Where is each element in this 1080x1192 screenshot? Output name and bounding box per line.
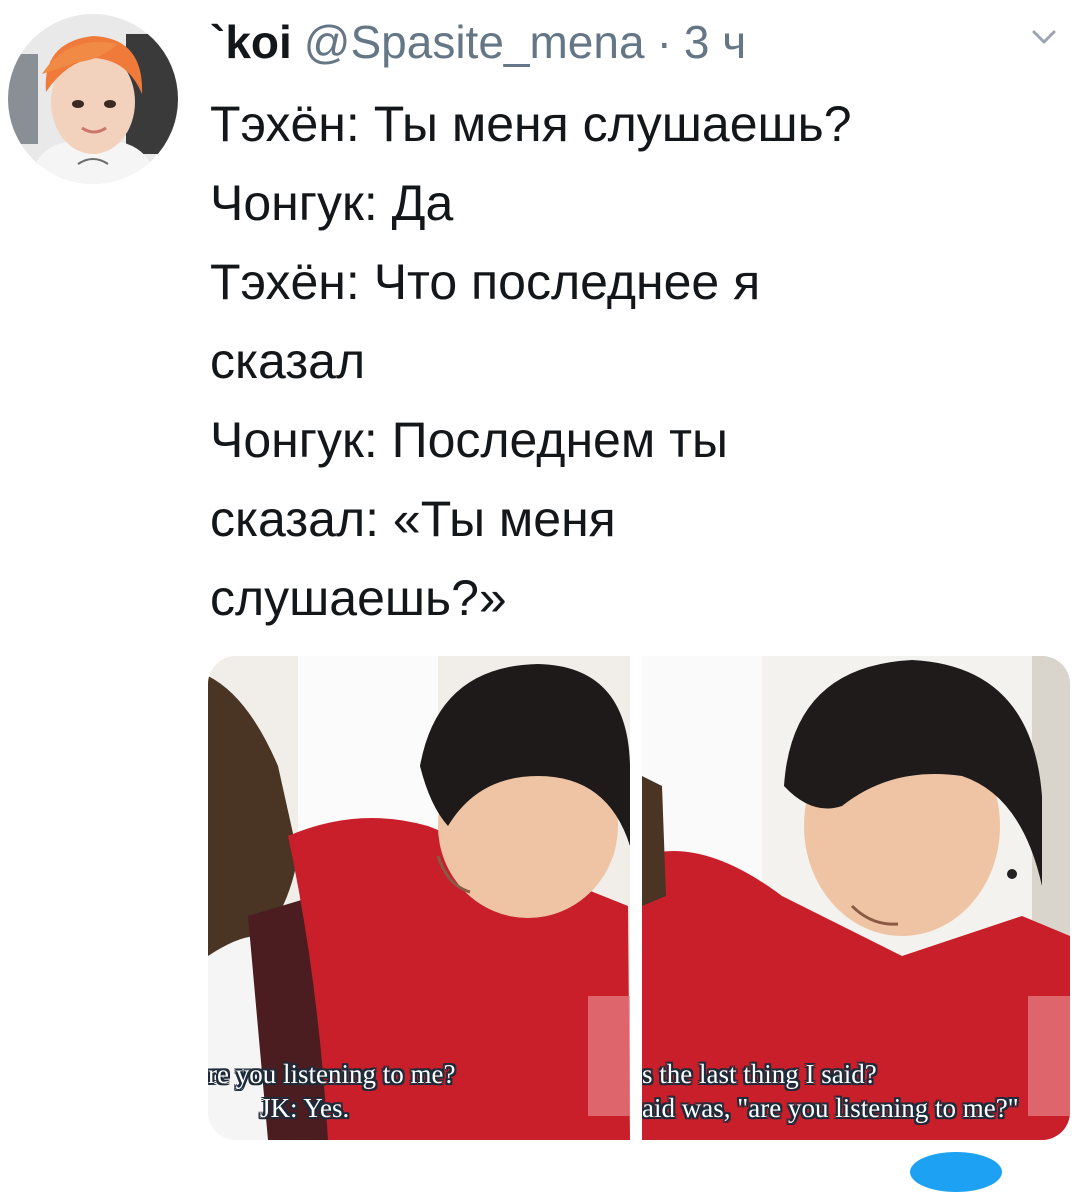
action-bar-partial	[910, 1152, 1002, 1192]
user-handle[interactable]: @Spasite_mena	[304, 19, 645, 65]
avatar[interactable]	[8, 14, 178, 184]
tweet-header: `koi @Spasite_mena · 3 ч	[210, 6, 746, 78]
tweet-text-line: Чонгук: Последнем ты	[210, 412, 728, 468]
chevron-down-icon[interactable]	[1024, 22, 1064, 52]
timestamp[interactable]: 3 ч	[684, 19, 746, 65]
tweet-text-line: слушаешь?»	[210, 570, 507, 626]
subtitle-line: re you listening to me?	[208, 1059, 456, 1089]
media-image-1[interactable]: re you listening to me? JK: Yes.	[208, 656, 630, 1140]
tweet-text-line: Тэхён: Ты меня слушаешь?	[210, 96, 852, 152]
media-image-2[interactable]: s the last thing I said? aid was, "are y…	[642, 656, 1070, 1140]
tweet-text-line: Тэхён: Что последнее я	[210, 254, 761, 310]
separator-dot: ·	[656, 16, 672, 68]
tweet-text-line: сказал	[210, 333, 366, 389]
tweet-text: Тэхён: Ты меня слушаешь? Чонгук: Да Тэхё…	[210, 85, 1060, 638]
display-name[interactable]: `koi	[210, 19, 292, 65]
subtitle-line: JK: Yes.	[260, 1093, 350, 1123]
tweet-media[interactable]: re you listening to me? JK: Yes. s the l…	[208, 656, 1070, 1140]
subtitle-line: s the last thing I said?	[642, 1059, 877, 1089]
tweet-text-line: сказал: «Ты меня	[210, 491, 616, 547]
subtitle-line: aid was, "are you listening to me?"	[642, 1093, 1019, 1123]
tweet-text-line: Чонгук: Да	[210, 175, 454, 231]
